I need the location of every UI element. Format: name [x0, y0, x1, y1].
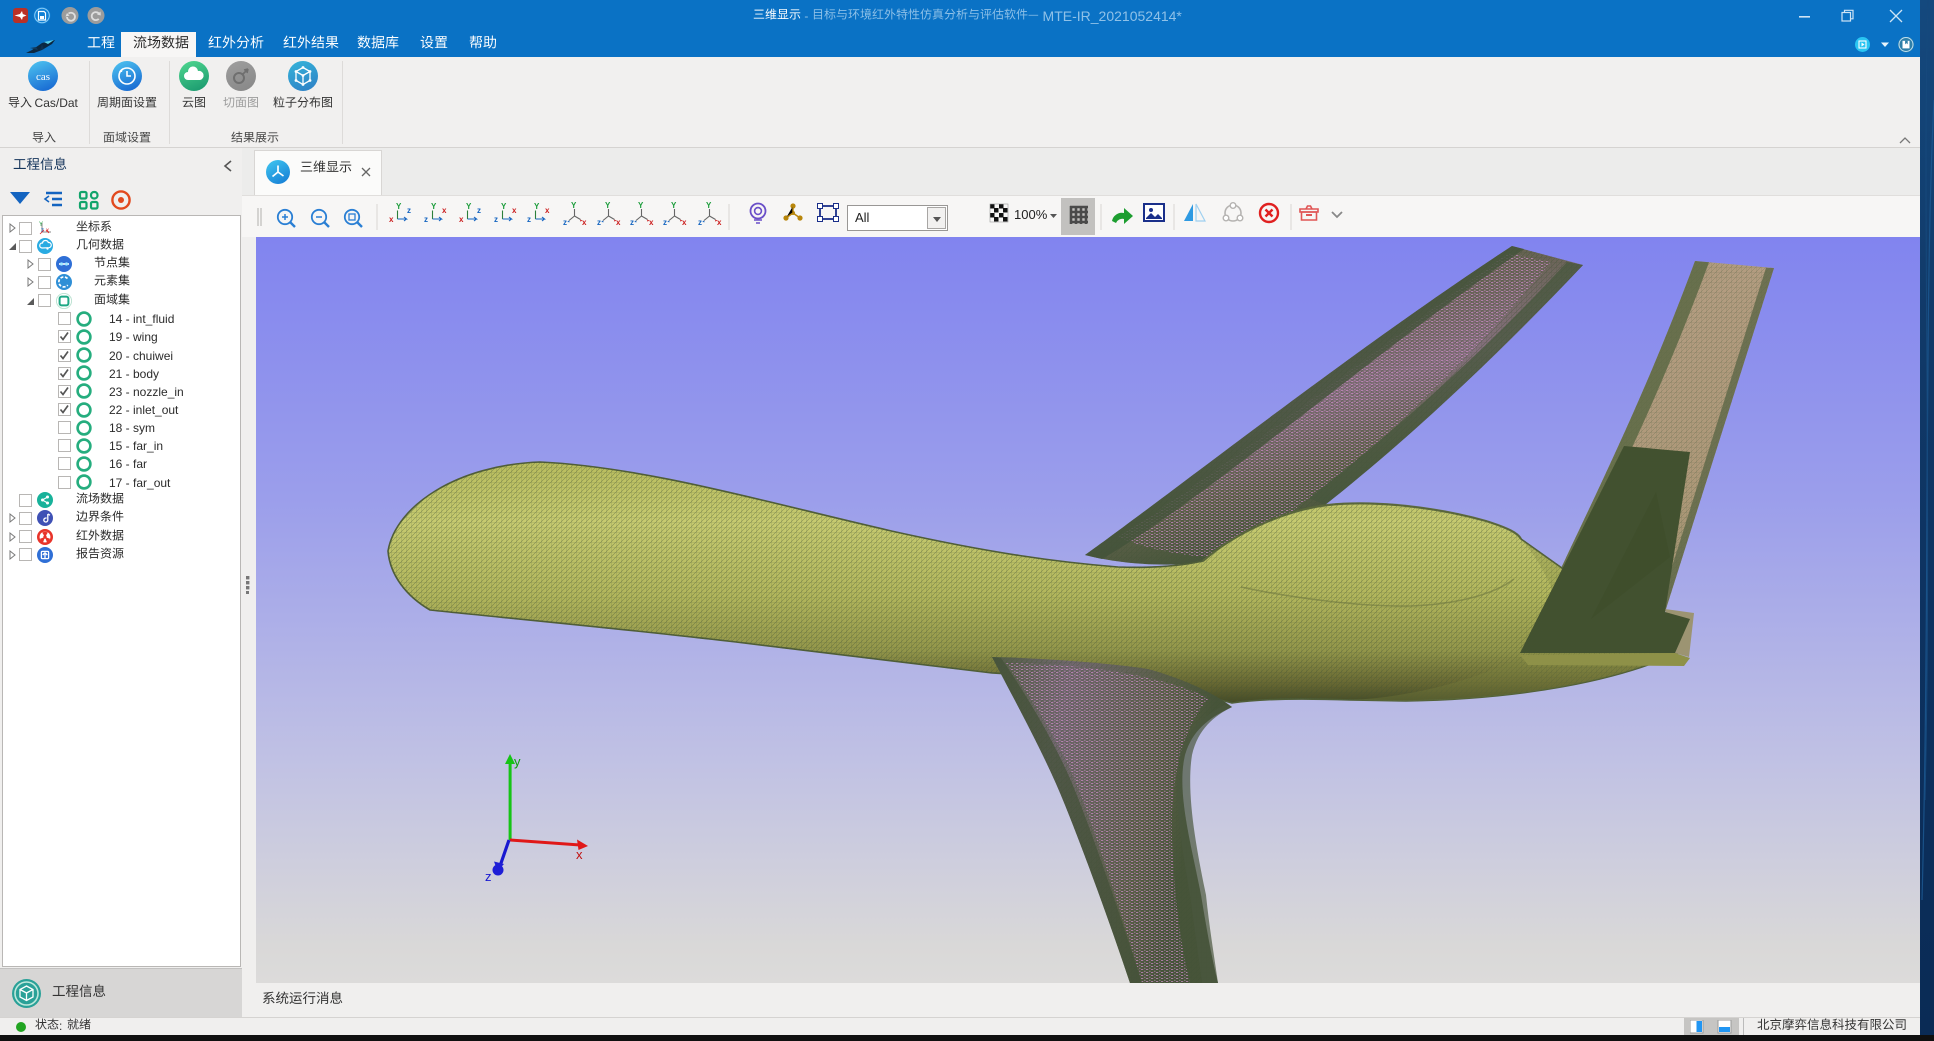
svg-text:z: z	[630, 218, 634, 227]
svg-text:z: z	[563, 218, 567, 227]
svg-text:Y: Y	[501, 202, 507, 211]
svg-text:x: x	[512, 206, 517, 215]
svg-text:x: x	[389, 215, 394, 224]
svg-text:z: z	[407, 206, 411, 215]
svg-text:z: z	[424, 215, 428, 224]
svg-text:Y: Y	[534, 202, 540, 211]
svg-text:Y: Y	[638, 201, 644, 210]
svg-text:z: z	[477, 206, 481, 215]
svg-text:x: x	[649, 218, 654, 227]
svg-text:x: x	[717, 218, 722, 227]
svg-text:z: z	[494, 215, 498, 224]
svg-text:Y: Y	[571, 201, 577, 210]
svg-text:y: y	[514, 754, 521, 769]
svg-text:z: z	[663, 218, 667, 227]
svg-text:x: x	[682, 218, 687, 227]
svg-text:z: z	[698, 218, 702, 227]
svg-text:x: x	[576, 847, 583, 862]
svg-text:Y: Y	[431, 202, 437, 211]
svg-text:z: z	[527, 215, 531, 224]
svg-text:Y: Y	[466, 202, 472, 211]
svg-text:Y: Y	[671, 201, 677, 210]
svg-text:x: x	[582, 218, 587, 227]
svg-text:cas: cas	[36, 71, 50, 83]
svg-text:x: x	[442, 206, 447, 215]
svg-text:Y: Y	[605, 201, 611, 210]
svg-text:x: x	[545, 206, 550, 215]
svg-text:Y: Y	[706, 201, 712, 210]
svg-text:Y: Y	[396, 202, 402, 211]
svg-text:x: x	[459, 215, 464, 224]
svg-text:x: x	[616, 218, 621, 227]
svg-text:z: z	[485, 869, 492, 884]
svg-text:z: z	[597, 218, 601, 227]
